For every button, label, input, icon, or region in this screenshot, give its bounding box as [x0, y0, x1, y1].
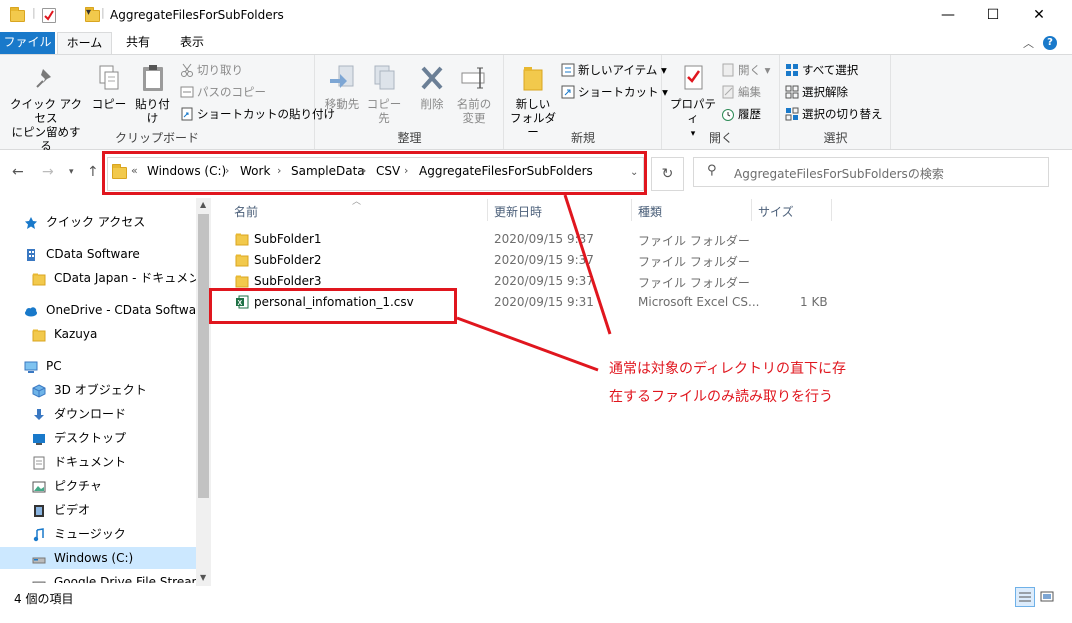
annotation-arrow-file — [456, 316, 599, 372]
annotation-text-line2: 在するファイルのみ読み取りを行う — [609, 389, 833, 405]
status-item-count: 4 個の項目 — [14, 592, 74, 606]
large-icons-view-icon — [1040, 591, 1054, 602]
details-view-button[interactable] — [1015, 587, 1035, 607]
annotation-arrow-address — [563, 194, 612, 335]
details-view-icon — [1019, 592, 1031, 602]
annotation-arrows — [456, 194, 612, 372]
large-icons-view-button[interactable] — [1038, 587, 1058, 607]
annotation-text-line1: 通常は対象のディレクトリの直下に存 — [609, 361, 847, 377]
